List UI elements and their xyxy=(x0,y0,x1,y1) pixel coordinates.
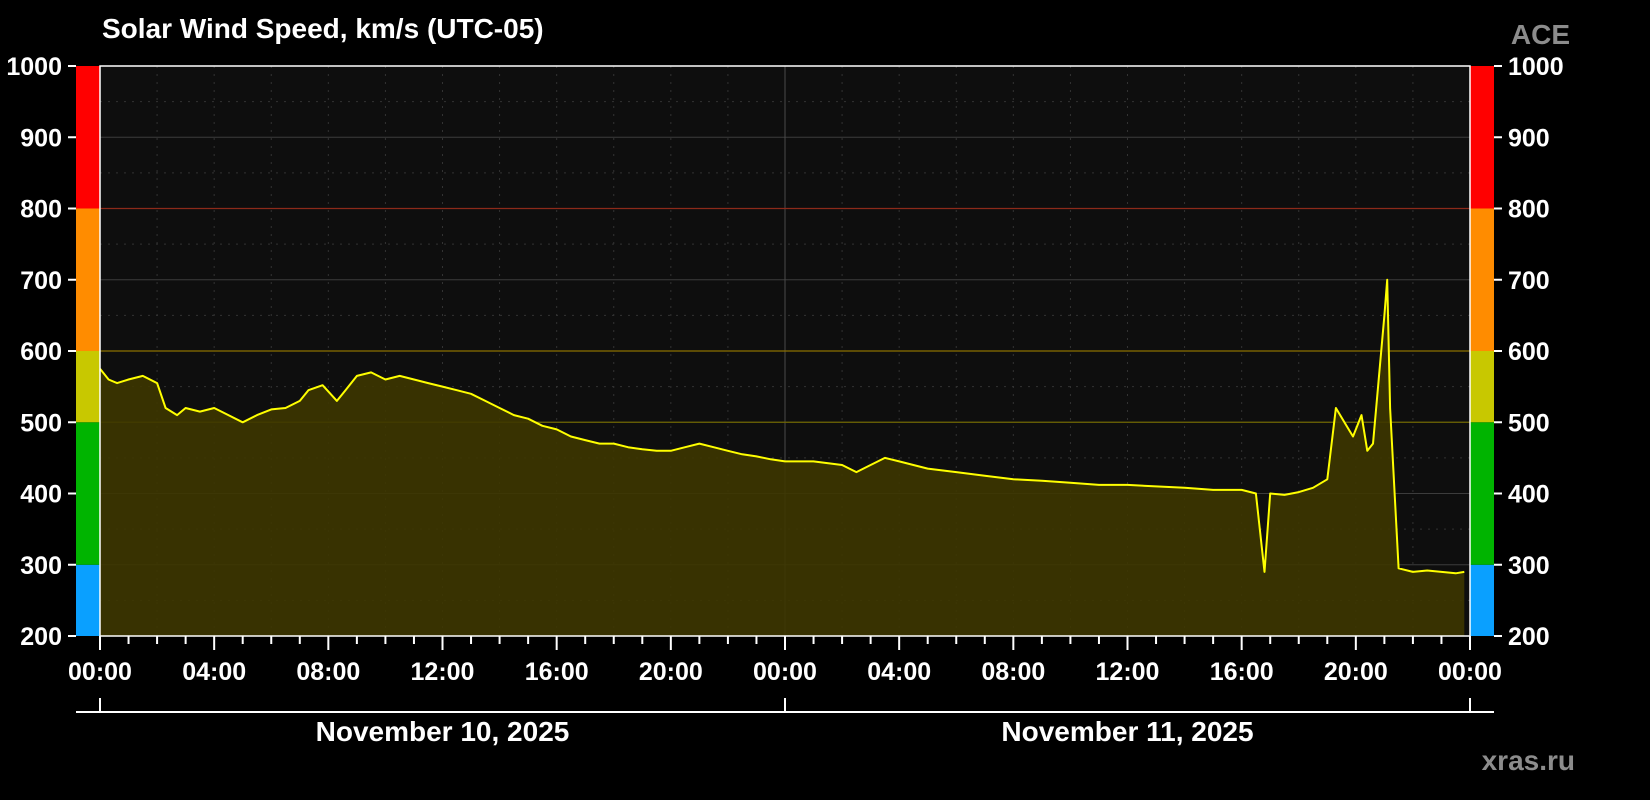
right-speed-band-bar xyxy=(1470,66,1494,636)
chart-title: Solar Wind Speed, km/s (UTC-05) xyxy=(102,13,544,44)
y-tick-label: 300 xyxy=(20,552,62,580)
x-tick-label: 12:00 xyxy=(411,658,475,686)
x-tick-label: 08:00 xyxy=(981,658,1045,686)
x-tick-label: 00:00 xyxy=(1438,658,1502,686)
x-axis: 00:00 04:00 08:00 12:00 16:00 20:00 00:00 04:00… xyxy=(68,636,1502,686)
y-tick-label: 600 xyxy=(20,338,62,366)
y-tick-label: 300 xyxy=(1508,552,1550,580)
y-tick-label: 1000 xyxy=(1508,53,1564,81)
x-tick-label: 00:00 xyxy=(753,658,817,686)
y-tick-label: 700 xyxy=(1508,267,1550,295)
watermark: xras.ru xyxy=(1482,745,1575,776)
speed-band xyxy=(76,564,100,636)
y-tick-label: 800 xyxy=(20,196,62,224)
y-tick-label: 200 xyxy=(1508,623,1550,651)
x-tick-label: 08:00 xyxy=(296,658,360,686)
date-axis: November 10, 2025 November 11, 2025 xyxy=(76,698,1494,747)
date-label: November 11, 2025 xyxy=(1001,716,1253,747)
y-tick-label: 800 xyxy=(1508,196,1550,224)
y-tick-label: 400 xyxy=(20,481,62,509)
y-tick-label: 700 xyxy=(20,267,62,295)
speed-band xyxy=(76,208,100,351)
x-tick-label: 16:00 xyxy=(1210,658,1274,686)
y-tick-label: 400 xyxy=(1508,481,1550,509)
x-tick-label: 12:00 xyxy=(1096,658,1160,686)
x-tick-label: 04:00 xyxy=(867,658,931,686)
x-tick-label: 16:00 xyxy=(525,658,589,686)
x-tick-label: 00:00 xyxy=(68,658,132,686)
y-tick-label: 500 xyxy=(1508,409,1550,437)
speed-band xyxy=(1470,208,1494,351)
speed-band xyxy=(1470,351,1494,423)
y-tick-label: 600 xyxy=(1508,338,1550,366)
speed-band xyxy=(1470,564,1494,636)
y-tick-label: 900 xyxy=(20,124,62,152)
x-tick-label: 04:00 xyxy=(182,658,246,686)
speed-band xyxy=(1470,422,1494,565)
speed-band xyxy=(76,422,100,565)
left-speed-band-bar xyxy=(76,66,100,636)
y-tick-label: 1000 xyxy=(6,53,62,81)
source-badge: ACE xyxy=(1511,19,1570,50)
speed-band xyxy=(76,351,100,423)
y-axis-right: 200 300 400 500 600 700 800 900 1000 xyxy=(1494,53,1564,651)
solar-wind-speed-chart: Solar Wind Speed, km/s (UTC-05) ACE 200 3… xyxy=(6,13,1575,776)
y-tick-label: 200 xyxy=(20,623,62,651)
y-tick-label: 900 xyxy=(1508,124,1550,152)
speed-band xyxy=(1470,66,1494,209)
y-axis-left: 200 300 400 500 600 700 800 900 1000 xyxy=(6,53,76,651)
date-label: November 10, 2025 xyxy=(316,716,570,747)
y-tick-label: 500 xyxy=(20,409,62,437)
x-tick-label: 20:00 xyxy=(639,658,703,686)
x-tick-label: 20:00 xyxy=(1324,658,1388,686)
speed-band xyxy=(76,66,100,209)
